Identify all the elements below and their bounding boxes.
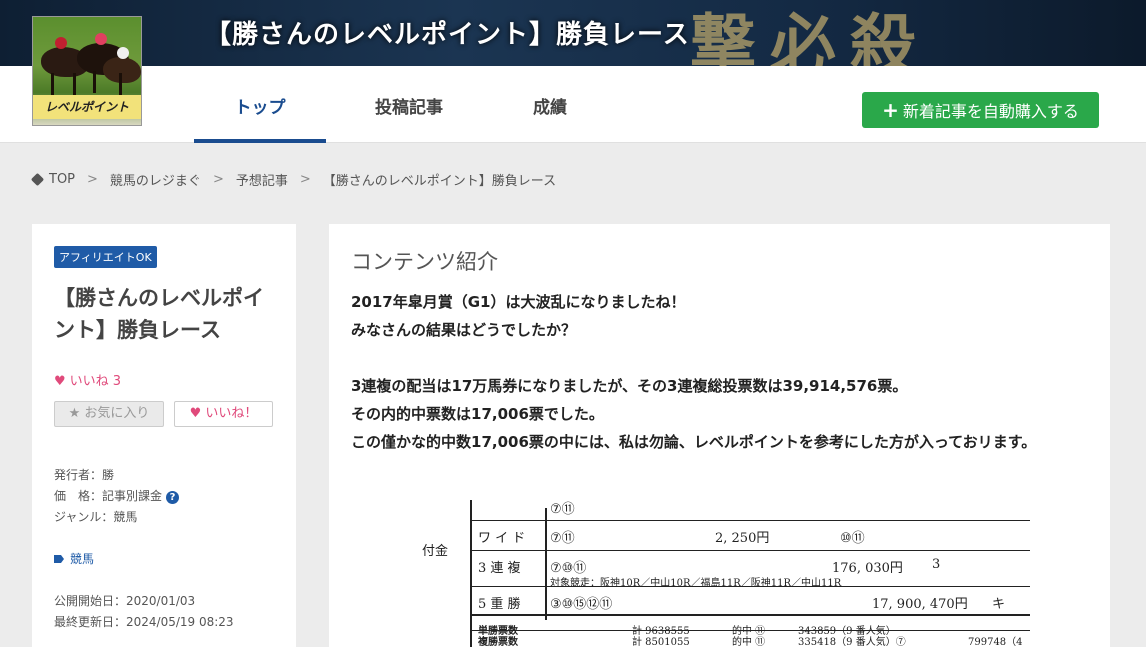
horse-leg-shape bbox=[73, 73, 76, 95]
dates: 公開開始日：2020/01/03 最終更新日：2024/05/19 08:23 bbox=[54, 591, 274, 633]
tag-icon bbox=[54, 555, 64, 563]
tab-posts[interactable]: 投稿記事 bbox=[343, 66, 475, 143]
like-count: ♥ いいね 3 bbox=[54, 370, 274, 389]
chevron-right-icon: > bbox=[299, 172, 311, 187]
channel-meta: 発行者：勝 価 格：記事別課金? ジャンル：競馬 bbox=[54, 465, 274, 528]
sheet-cell: ⑦⑪ bbox=[550, 502, 575, 517]
header-banner: 撃必殺 【勝さんのレベルポイント】勝負レース bbox=[0, 0, 1146, 66]
tab-results[interactable]: 成績 bbox=[484, 66, 616, 143]
sheet-row: 5 重 勝 ③⑩⑮⑫⑪ 17, 900, 470円 キ bbox=[470, 586, 1030, 614]
sheet-cell: 17, 900, 470円 bbox=[872, 597, 968, 612]
channel-info-card: アフィリエイトOK 【勝さんのレベルポイント】勝負レース ♥ いいね 3 ★ お気… bbox=[32, 224, 296, 647]
publisher: 発行者：勝 bbox=[54, 468, 115, 482]
horse-leg-shape bbox=[93, 71, 96, 93]
sheet-cell: 176, 030円 bbox=[832, 561, 903, 576]
banner-decoration-text: 撃必殺 bbox=[690, 6, 930, 66]
sheet-cell: 2, 250円 bbox=[715, 531, 770, 546]
sheet-cell: ③⑩⑮⑫⑪ bbox=[550, 597, 613, 612]
sheet-cell: ⑩⑪ bbox=[840, 531, 865, 546]
body-paragraph: この僅かな的中数17,006票の中には、私は勿論、レベルポイントを参考にした方が… bbox=[351, 433, 1037, 451]
breadcrumb: TOP > 競馬のレジまぐ > 予想記事 > 【勝さんのレベルポイント】勝負レー… bbox=[30, 170, 557, 189]
heart-icon: ♥ bbox=[54, 374, 66, 389]
sheet-cell: 5 重 勝 bbox=[478, 597, 521, 612]
like-button-label: いいね！ bbox=[205, 406, 258, 421]
content-body: 2017年皐月賞（G1）は大波乱になりましたね！ みなさんの結果はどうでしたか？… bbox=[351, 288, 1088, 456]
sheet-cell: 複勝票数 bbox=[478, 637, 518, 647]
sheet-cell: ワ イ ド bbox=[478, 531, 526, 546]
banner-title: 【勝さんのレベルポイント】勝負レース bbox=[205, 20, 690, 50]
plus-icon: + bbox=[882, 98, 899, 122]
sheet-cell: 799748（4 bbox=[968, 637, 1023, 647]
favorite-label: お気に入り bbox=[84, 406, 150, 421]
like-count-label: いいね 3 bbox=[69, 374, 122, 389]
sheet-cell: 3 bbox=[932, 557, 941, 572]
affiliate-badge: アフィリエイトOK bbox=[54, 246, 157, 268]
jockey-image-shape bbox=[55, 37, 67, 49]
tag-label: 競馬 bbox=[70, 552, 95, 566]
like-button[interactable]: ♥ いいね！ bbox=[174, 401, 273, 427]
tag-link[interactable]: 競馬 bbox=[54, 550, 274, 567]
sheet-cell: キ bbox=[992, 597, 1006, 612]
horse-leg-shape bbox=[51, 73, 54, 95]
nav-bar: トップ 投稿記事 成績 + 新着記事を自動購入する bbox=[0, 66, 1146, 143]
channel-logo[interactable]: レベルポイント bbox=[32, 16, 142, 126]
logo-label: レベルポイント bbox=[33, 95, 141, 119]
sheet-cell: 335418（9 番人気）⑦ bbox=[798, 637, 906, 647]
body-paragraph: その内的中票数は17,006票でした。 bbox=[351, 405, 604, 423]
chevron-right-icon: > bbox=[212, 172, 224, 187]
jockey-image-shape bbox=[95, 33, 107, 45]
chevron-right-icon: > bbox=[87, 172, 98, 187]
favorite-button[interactable]: ★ お気に入り bbox=[54, 401, 164, 427]
body-paragraph: みなさんの結果はどうでしたか？ bbox=[351, 321, 577, 339]
breadcrumb-articles[interactable]: 予想記事 bbox=[236, 170, 288, 189]
body-paragraph bbox=[351, 344, 1088, 372]
published-date: 公開開始日：2020/01/03 bbox=[54, 594, 196, 608]
sheet-row: ワ イ ド ⑦⑪ 2, 250円 ⑩⑪ bbox=[470, 520, 1030, 548]
price: 価 格：記事別課金 bbox=[54, 489, 163, 503]
channel-title: 【勝さんのレベルポイント】勝負レース bbox=[54, 286, 264, 342]
updated-date: 最終更新日：2024/05/19 08:23 bbox=[54, 615, 234, 629]
auto-purchase-label: 新着記事を自動購入する bbox=[902, 102, 1079, 121]
breadcrumb-top[interactable]: TOP bbox=[49, 172, 75, 187]
price-row: 価 格：記事別課金? bbox=[54, 486, 274, 507]
content-heading: コンテンツ紹介 bbox=[351, 250, 498, 274]
sheet-row: 複勝票数 計 8501055 的中 ⑪ 335418（9 番人気）⑦ 79974… bbox=[470, 630, 1030, 647]
breadcrumb-regimag[interactable]: 競馬のレジまぐ bbox=[110, 170, 201, 189]
star-icon: ★ bbox=[68, 406, 81, 421]
sheet-cell: 3 連 複 bbox=[478, 561, 521, 576]
sheet-cell: ⑦⑪ bbox=[550, 531, 575, 546]
action-buttons: ★ お気に入り ♥ いいね！ bbox=[54, 401, 274, 427]
jockey-image-shape bbox=[117, 47, 129, 59]
help-icon[interactable]: ? bbox=[166, 491, 180, 504]
sheet-cell: 付金 bbox=[422, 544, 449, 559]
breadcrumb-current: 【勝さんのレベルポイント】勝負レース bbox=[322, 174, 557, 189]
sheet-cell: 的中 ⑪ bbox=[732, 637, 766, 647]
horse-leg-shape bbox=[119, 73, 122, 95]
payout-sheet-image: ⑦⑪ 付金 ワ イ ド ⑦⑪ 2, 250円 ⑩⑪ 3 連 複 ⑦⑩⑪ 176,… bbox=[420, 500, 1030, 647]
body-paragraph: 2017年皐月賞（G1）は大波乱になりましたね！ bbox=[351, 293, 686, 311]
horse-image-shape bbox=[103, 57, 141, 83]
auto-purchase-button[interactable]: + 新着記事を自動購入する bbox=[862, 92, 1099, 128]
genre: ジャンル：競馬 bbox=[54, 510, 138, 524]
cube-icon bbox=[30, 172, 45, 187]
heart-icon: ♥ bbox=[189, 406, 202, 421]
sheet-cell: 計 8501055 bbox=[632, 637, 690, 647]
tab-top[interactable]: トップ bbox=[194, 66, 326, 143]
body-paragraph: 3連複の配当は17万馬券になりましたが、その3連複総投票数は39,914,576… bbox=[351, 377, 908, 395]
